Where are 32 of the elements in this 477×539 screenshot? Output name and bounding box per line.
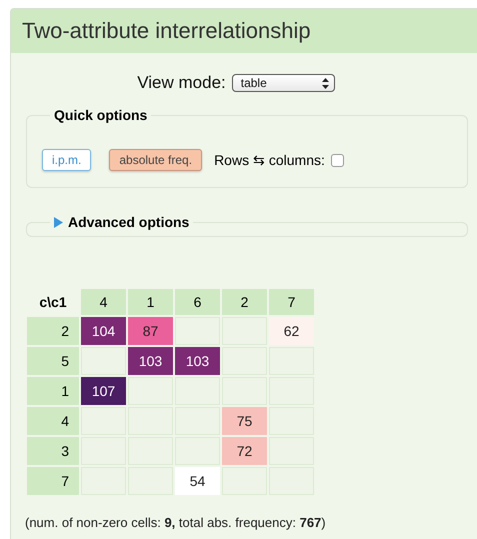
panel-title: Two-attribute interrelationship <box>11 9 477 53</box>
row-header: 2 <box>27 317 79 345</box>
column-header: 4 <box>81 289 126 315</box>
column-header: 7 <box>269 289 314 315</box>
row-header: 5 <box>27 347 79 375</box>
swap-label: Rows ⇆ columns: <box>214 152 325 168</box>
corner-header: c\c1 <box>38 293 68 312</box>
column-header: 2 <box>222 289 267 315</box>
view-mode-label: View mode: <box>137 73 226 93</box>
summary-text: (num. of non-zero cells: 9, total abs. frequency: 767) <box>25 515 327 530</box>
table-cell: 72 <box>222 437 267 465</box>
table-cell: 103 <box>175 347 220 375</box>
table-cell: 87 <box>128 317 173 345</box>
quick-options-legend: Quick options <box>50 107 152 123</box>
table-cell: 62 <box>269 317 314 345</box>
mode-button[interactable]: i.p.m. <box>42 149 92 171</box>
row-header: 7 <box>27 467 79 495</box>
row-header: 3 <box>27 437 79 465</box>
view-mode-select[interactable]: table <box>232 74 335 92</box>
select-arrows-icon <box>322 78 329 88</box>
mode-button[interactable]: absolute freq. <box>109 149 202 171</box>
table-cell: 103 <box>128 347 173 375</box>
column-header: 1 <box>128 289 173 315</box>
table-cell: 54 <box>175 467 220 495</box>
advanced-options-toggle[interactable]: Advanced options <box>50 214 194 230</box>
swap-checkbox[interactable] <box>330 154 344 166</box>
table-cell: 75 <box>222 407 267 435</box>
table-cell: 104 <box>81 317 126 345</box>
column-header: 6 <box>175 289 220 315</box>
table-cell: 107 <box>81 377 126 405</box>
row-header: 4 <box>27 407 79 435</box>
row-header: 1 <box>27 377 79 405</box>
